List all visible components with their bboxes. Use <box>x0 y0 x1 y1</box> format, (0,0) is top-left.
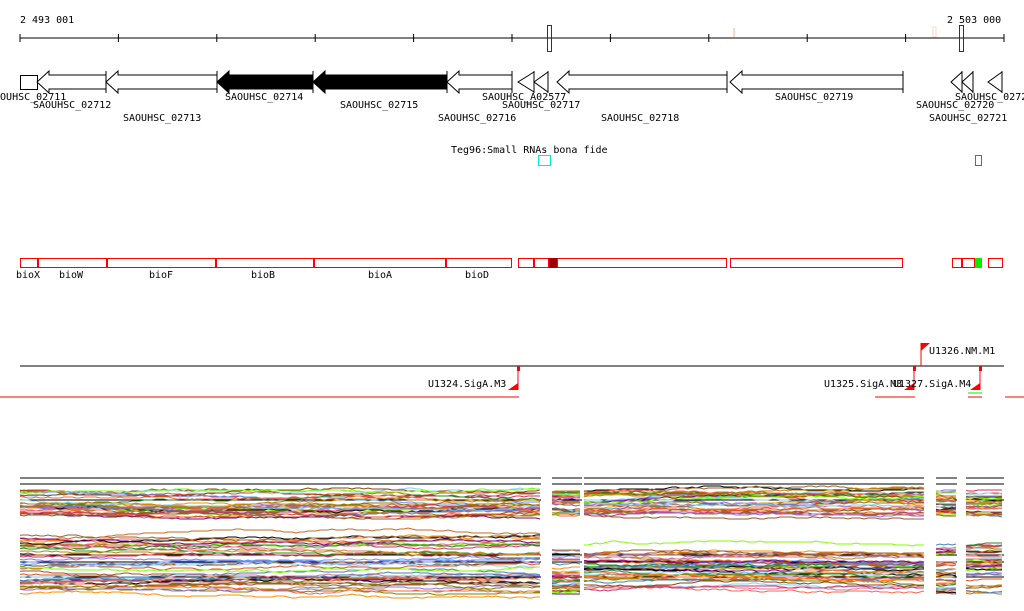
promoter-track: U1324.SigA.M3 U1325.SigA.M3U1327.SigA.M4 U… <box>0 343 1024 398</box>
promoter-label: U1326.NM.M1 <box>929 346 995 357</box>
feature-box[interactable] <box>534 258 549 268</box>
promoter-label: U1325.SigA.M3 <box>824 379 902 390</box>
gene-track: SAOUHSC_02711SAOUHSC_02712SAOUHSC_02713S… <box>0 69 1024 124</box>
promoter-label: U1327.SigA.M4 <box>893 379 971 390</box>
gene-SAOUHSC_02712[interactable]: SAOUHSC_02712 <box>33 69 111 111</box>
feature-label-bioA: bioA <box>368 270 392 281</box>
feature-box[interactable] <box>975 258 982 268</box>
feature-label-bioX: bioX <box>16 270 40 281</box>
feature-box[interactable] <box>952 258 962 268</box>
feature-box[interactable] <box>38 258 107 268</box>
ruler-marker-faint <box>733 28 735 37</box>
gene-SAOUHSC_02715[interactable]: SAOUHSC_02715 <box>312 69 448 111</box>
gene-label: SAOUHSC_02717 <box>502 100 580 111</box>
feature-box[interactable] <box>518 258 534 268</box>
ruler-start-label: 2 493 001 <box>20 15 74 26</box>
expression-panel <box>551 477 582 595</box>
expression-profiles <box>19 477 1004 599</box>
feature-label-bioF: bioF <box>149 270 173 281</box>
feature-box[interactable] <box>446 258 512 268</box>
feature-box[interactable] <box>549 258 557 268</box>
srna-feature[interactable] <box>538 155 551 166</box>
srna-feature[interactable] <box>975 155 982 166</box>
feature-label-bioD: bioD <box>465 270 489 281</box>
gene-label: SAOUHSC_02714 <box>225 92 303 103</box>
feature-box[interactable] <box>107 258 216 268</box>
feature-box[interactable] <box>988 258 1003 268</box>
feature-box[interactable] <box>314 258 446 268</box>
feature-label-bioB: bioB <box>251 270 275 281</box>
feature-track: bioX bioW bioF bioB bioA bioD <box>16 258 1003 281</box>
expression-panel <box>965 477 1004 595</box>
feature-box[interactable] <box>557 258 727 268</box>
gene-label: SAOUHSC_0272 <box>955 92 1024 103</box>
gene-label: SAOUHSC_02721 <box>929 113 1007 124</box>
gene-label: SAOUHSC_02712 <box>33 100 111 111</box>
gene-label: SAOUHSC_02713 <box>123 113 201 124</box>
gene-SAOUHSC_02718[interactable]: SAOUHSC_02718 <box>556 69 728 124</box>
coordinate-ruler: 2 493 001 2 503 000 <box>19 15 1005 52</box>
promoter-label: U1324.SigA.M3 <box>428 379 506 390</box>
gene-label: SAOUHSC_02719 <box>775 92 853 103</box>
feature-label-bioW: bioW <box>59 270 84 281</box>
expression-panel <box>935 477 957 595</box>
gene-SAOUHSC_02713[interactable]: SAOUHSC_02713 <box>105 69 218 124</box>
promoter-U1324.SigA.M3[interactable]: U1324.SigA.M3 <box>428 366 520 390</box>
gene-label: SAOUHSC_02716 <box>438 113 516 124</box>
feature-box[interactable] <box>20 258 38 268</box>
expression-panel <box>19 477 541 599</box>
ruler-end-label: 2 503 000 <box>947 15 1001 26</box>
gene-label: SAOUHSC_02718 <box>601 113 679 124</box>
feature-box[interactable] <box>216 258 314 268</box>
srna-track: Teg96:Small RNAs bona fide <box>451 145 982 166</box>
gene-SAOUHSC_02714[interactable]: SAOUHSC_02714 <box>216 69 314 103</box>
gene-label: SAOUHSC_02715 <box>340 100 418 111</box>
ruler-marker-faint <box>932 26 937 38</box>
srna-track-label: Teg96:Small RNAs bona fide <box>451 145 608 156</box>
gene-SAOUHSC_0272[interactable]: SAOUHSC_0272 <box>955 71 1024 103</box>
promoter-U1326.NM.M1[interactable]: U1326.NM.M1 <box>920 343 995 366</box>
gene-SAOUHSC_02719[interactable]: SAOUHSC_02719 <box>729 69 904 103</box>
expression-panel <box>583 477 925 594</box>
genome-browser: 2 493 001 2 503 000 SAOUHSC_02711SAOUHSC… <box>0 15 1024 599</box>
feature-box[interactable] <box>962 258 975 268</box>
feature-box[interactable] <box>730 258 903 268</box>
gene-SAOUHSC_02720[interactable]: SAOUHSC_02720 <box>916 70 994 111</box>
promoter-U1327.SigA.M4[interactable]: U1327.SigA.M4 <box>893 366 982 390</box>
